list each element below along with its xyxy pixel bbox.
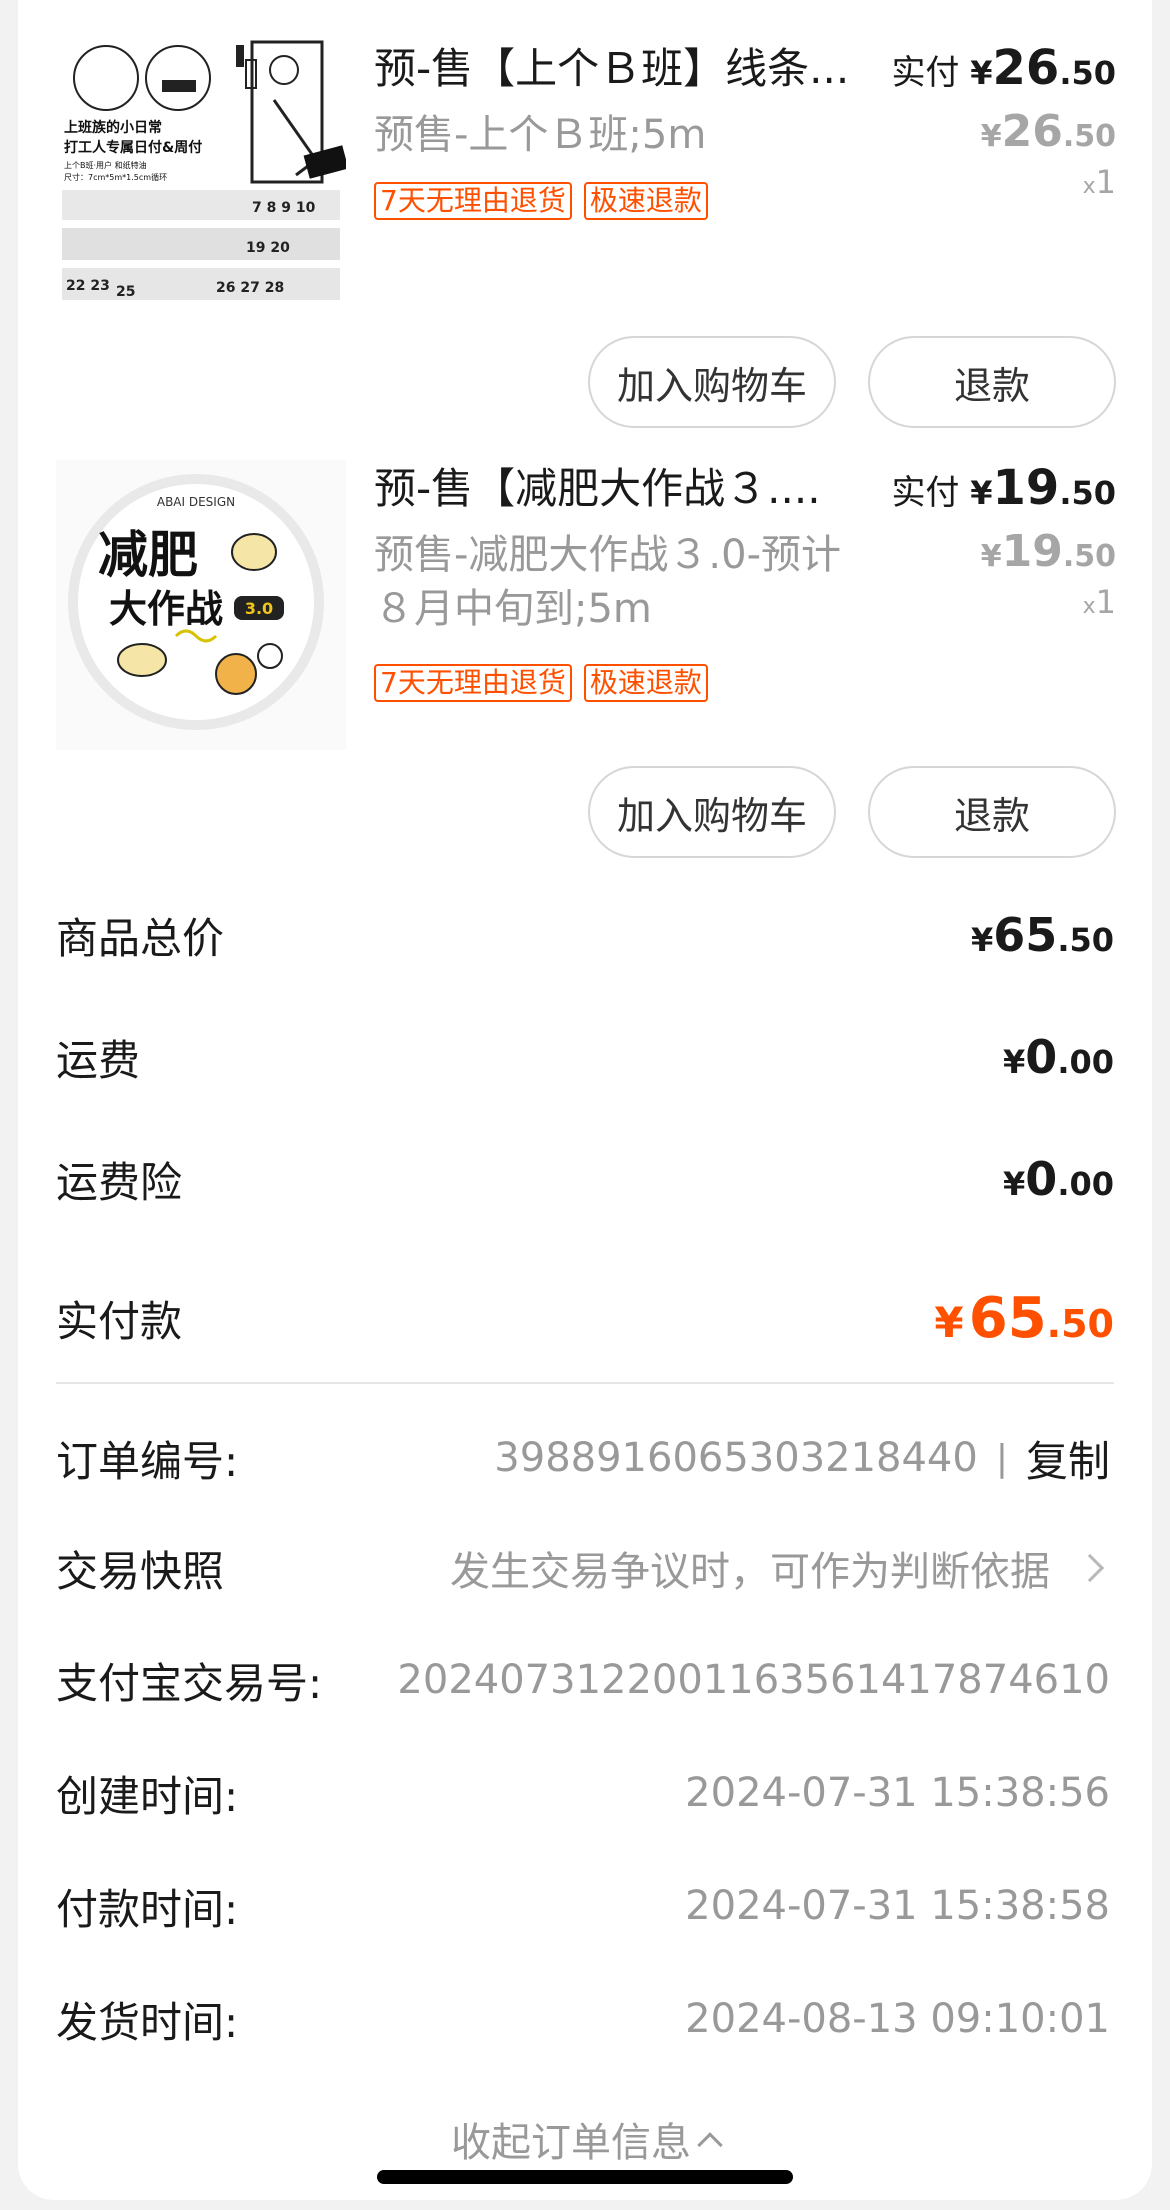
product-actions: 加入购物车 退款 xyxy=(588,336,1116,428)
product-image-diet-battle: ABAI DESIGN 减肥 大作战 3.0 xyxy=(56,460,346,750)
shipping-row: 运费 ¥0.00 xyxy=(56,1022,1114,1092)
alipay-trade-row: 支付宝交易号: 2024073122001163561417874610 xyxy=(56,1650,1110,1710)
original-price: ¥19.50 xyxy=(980,526,1116,577)
chevron-right-icon xyxy=(1075,1553,1105,1583)
shipping-insurance-value: ¥0.00 xyxy=(1003,1152,1114,1206)
product-image-washi-tape-office: 上班族的小日常 打工人专属日付&周付 上个B班·用户 和纸特油 尺寸：7cm*5… xyxy=(56,40,346,330)
separator: | xyxy=(995,1437,1008,1479)
shipped-time-label: 发货时间: xyxy=(56,1997,239,2047)
paid-time-value: 2024-07-31 15:38:58 xyxy=(685,1883,1110,1929)
product-title[interactable]: 预-售【上个Ｂ班】线条... xyxy=(374,40,894,98)
shipped-time-row: 发货时间: 2024-08-13 09:10:01 xyxy=(56,1989,1110,2049)
goods-total-value: ¥65.50 xyxy=(971,908,1114,962)
chevron-up-icon xyxy=(697,2132,723,2158)
refund-button[interactable]: 退款 xyxy=(868,766,1116,858)
thumb-title-2: 大作战 xyxy=(109,587,223,631)
section-divider xyxy=(56,1382,1114,1384)
thumb-line3: 上个B班·用户 和纸特油 xyxy=(64,160,147,170)
tag-no-reason-return: 7天无理由退货 xyxy=(374,182,572,220)
quantity: x1 xyxy=(1082,163,1116,201)
svg-text:19 20: 19 20 xyxy=(246,240,290,256)
actual-paid-value: ¥ 65.50 xyxy=(934,1285,1114,1351)
thumb-line4: 尺寸：7cm*5m*1.5cm循环 xyxy=(64,172,167,182)
order-number-value: 3988916065303218440 xyxy=(494,1435,978,1481)
thumb-line1: 上班族的小日常 xyxy=(64,119,162,136)
price-column: 实付 ¥19.50 ¥19.50 x1 xyxy=(891,460,1116,621)
created-time-label: 创建时间: xyxy=(56,1771,239,1821)
price-column: 实付 ¥26.50 ¥26.50 x1 xyxy=(891,40,1116,201)
alipay-trade-value: 2024073122001163561417874610 xyxy=(397,1657,1110,1703)
paid-price: 实付 ¥19.50 xyxy=(891,460,1116,516)
product-sku: 预售-减肥大作战３.0-预计８月中旬到;5m xyxy=(374,532,842,632)
svg-text:7 8 9 10: 7 8 9 10 xyxy=(252,200,316,216)
goods-total-row: 商品总价 ¥65.50 xyxy=(56,900,1114,970)
trade-snapshot-row[interactable]: 交易快照 发生交易争议时，可作为判断依据 xyxy=(56,1538,1110,1598)
add-to-cart-button[interactable]: 加入购物车 xyxy=(588,766,836,858)
product-item: ABAI DESIGN 减肥 大作战 3.0 预-售【减肥大作战３.... 预售… xyxy=(56,460,1116,860)
shipping-value: ¥0.00 xyxy=(1003,1030,1114,1084)
copy-order-number-button[interactable]: 复制 xyxy=(1026,1428,1110,1489)
actual-paid-label: 实付款 xyxy=(56,1296,183,1346)
product-thumbnail[interactable]: ABAI DESIGN 减肥 大作战 3.0 xyxy=(56,460,346,750)
home-indicator[interactable] xyxy=(377,2170,793,2184)
svg-text:26 27 28: 26 27 28 xyxy=(216,280,284,296)
trade-snapshot-group: 发生交易争议时，可作为判断依据 xyxy=(450,1539,1110,1597)
product-title[interactable]: 预-售【减肥大作战３.... xyxy=(374,460,894,518)
actual-paid-row: 实付款 ¥ 65.50 xyxy=(56,1278,1114,1358)
add-to-cart-button[interactable]: 加入购物车 xyxy=(588,336,836,428)
tag-fast-refund: 极速退款 xyxy=(583,182,708,220)
collapse-order-info-button[interactable]: 收起订单信息 xyxy=(0,2110,1170,2168)
thumb-line2: 打工人专属日付&周付 xyxy=(64,139,202,156)
shipping-label: 运费 xyxy=(56,1035,141,1085)
order-number-row: 订单编号: 3988916065303218440 | 复制 xyxy=(56,1428,1110,1488)
shipped-time-value: 2024-08-13 09:10:01 xyxy=(685,1996,1110,2042)
thumb-title-1: 减肥 xyxy=(98,526,198,584)
product-item: 上班族的小日常 打工人专属日付&周付 上个B班·用户 和纸特油 尺寸：7cm*5… xyxy=(56,40,1116,440)
order-number-group: 3988916065303218440 | 复制 xyxy=(494,1428,1110,1489)
shipping-insurance-row: 运费险 ¥0.00 xyxy=(56,1144,1114,1214)
original-price: ¥26.50 xyxy=(980,106,1116,157)
shipping-insurance-label: 运费险 xyxy=(56,1157,183,1207)
alipay-trade-label: 支付宝交易号: xyxy=(56,1658,323,1708)
paid-time-label: 付款时间: xyxy=(56,1884,239,1934)
created-time-value: 2024-07-31 15:38:56 xyxy=(685,1770,1110,1816)
created-time-row: 创建时间: 2024-07-31 15:38:56 xyxy=(56,1763,1110,1823)
quantity: x1 xyxy=(1082,583,1116,621)
goods-total-label: 商品总价 xyxy=(56,913,225,963)
collapse-label: 收起订单信息 xyxy=(451,2120,691,2166)
thumb-brand: ABAI DESIGN xyxy=(157,495,235,509)
trade-snapshot-label: 交易快照 xyxy=(56,1546,225,1596)
svg-text:25: 25 xyxy=(116,284,135,300)
tag-no-reason-return: 7天无理由退货 xyxy=(374,664,572,702)
service-tags: 7天无理由退货 极速退款 xyxy=(374,664,708,702)
order-number-label: 订单编号: xyxy=(56,1436,239,1486)
thumb-version: 3.0 xyxy=(245,599,273,618)
trade-snapshot-hint: 发生交易争议时，可作为判断依据 xyxy=(450,1549,1050,1595)
refund-button[interactable]: 退款 xyxy=(868,336,1116,428)
product-sku: 预售-上个Ｂ班;5m xyxy=(374,112,707,158)
product-actions: 加入购物车 退款 xyxy=(588,766,1116,858)
service-tags: 7天无理由退货 极速退款 xyxy=(374,182,708,220)
svg-text:22 23: 22 23 xyxy=(66,278,110,294)
tag-fast-refund: 极速退款 xyxy=(583,664,708,702)
paid-time-row: 付款时间: 2024-07-31 15:38:58 xyxy=(56,1876,1110,1936)
paid-price: 实付 ¥26.50 xyxy=(891,40,1116,96)
product-thumbnail[interactable]: 上班族的小日常 打工人专属日付&周付 上个B班·用户 和纸特油 尺寸：7cm*5… xyxy=(56,40,346,330)
